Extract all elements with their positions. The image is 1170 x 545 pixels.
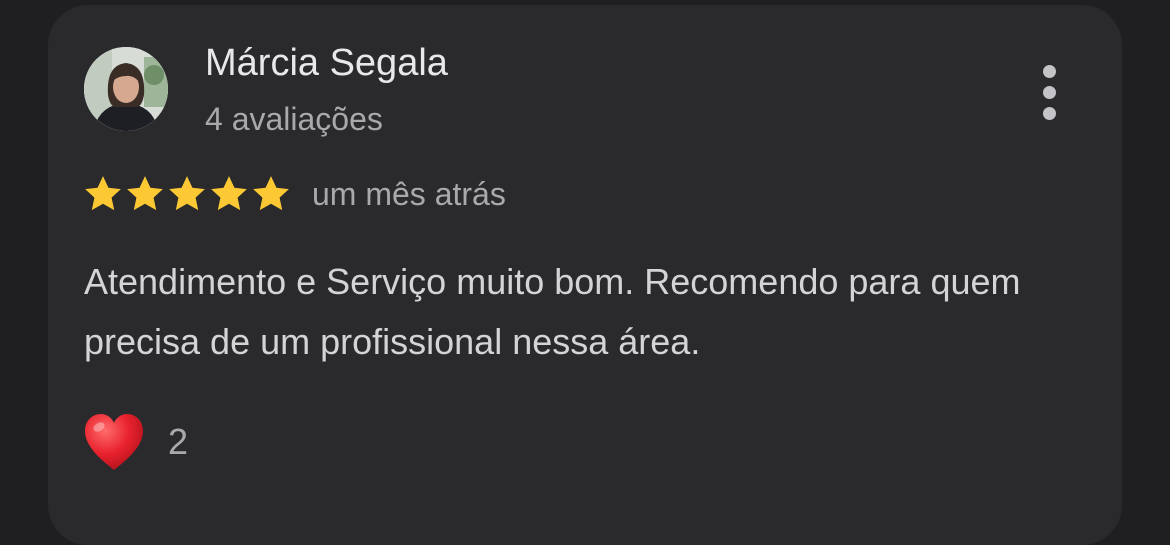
review-text: Atendimento e Serviço muito bom. Recomen… (84, 261, 1021, 362)
more-options-button[interactable] (1030, 63, 1070, 123)
star-icon (253, 176, 289, 211)
review-card: Márcia Segala 4 avaliações um mês atrás … (48, 5, 1122, 545)
star-icon (85, 176, 121, 211)
review-date: um mês atrás (312, 176, 506, 212)
star-icon (211, 176, 247, 211)
heart-icon (85, 414, 143, 470)
star-icon (127, 176, 163, 211)
avatar-photo (84, 47, 168, 131)
author-review-count: 4 avaliações (205, 101, 383, 137)
avatar[interactable] (84, 47, 168, 131)
reaction-count: 2 (168, 421, 189, 462)
star-icon (169, 176, 205, 211)
author-name[interactable]: Márcia Segala (205, 41, 448, 85)
star-rating (82, 171, 292, 217)
like-button[interactable]: 2 (82, 409, 188, 475)
